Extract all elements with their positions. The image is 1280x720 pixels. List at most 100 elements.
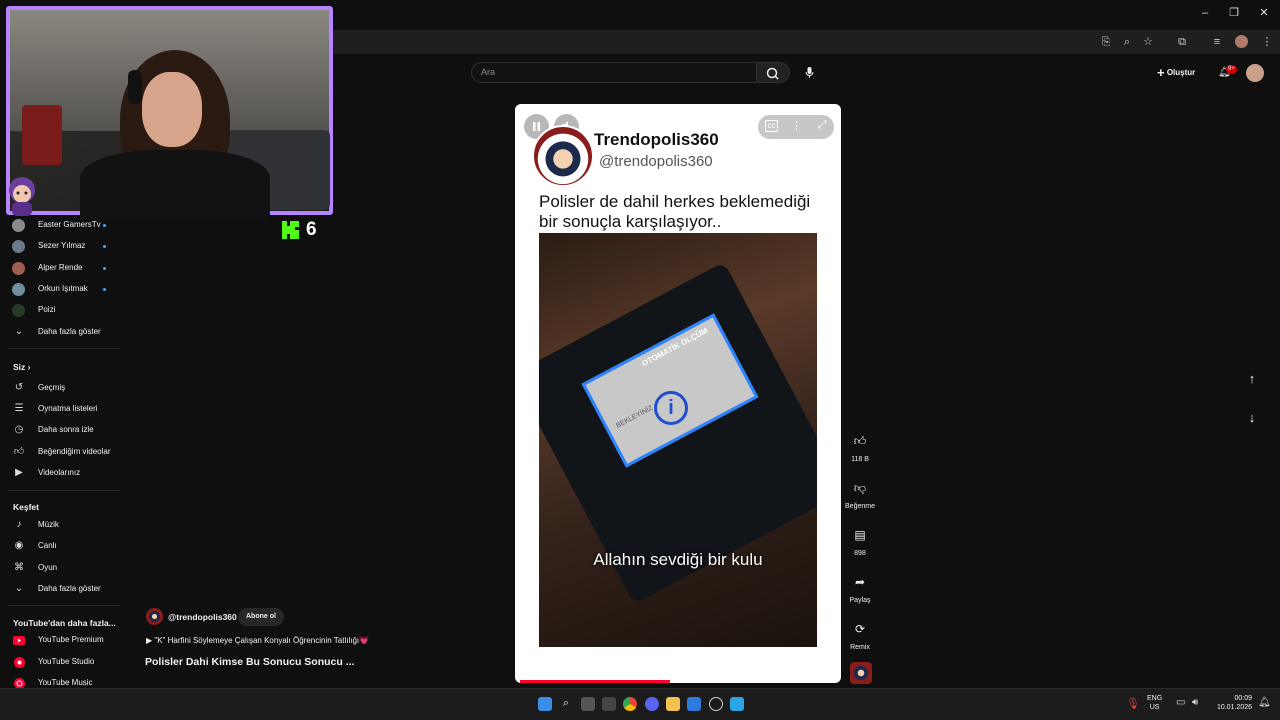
more-options-icon[interactable]: ⋮	[791, 119, 802, 133]
channel-avatar[interactable]	[146, 608, 163, 625]
fullscreen-icon[interactable]: ⤢	[815, 119, 829, 133]
minimize-icon[interactable]: –	[1198, 6, 1212, 20]
discord-icon[interactable]	[645, 697, 659, 711]
network-icon[interactable]: ▭	[1176, 697, 1185, 708]
sidebar-sub-easter-gamerstv[interactable]: Easter GamersTv	[12, 215, 106, 235]
search-input[interactable]: Ara	[471, 62, 757, 83]
widgets-icon[interactable]	[602, 697, 616, 711]
sound-link[interactable]: ▶ "K" Harfini Söylemeye Çalışan Konyalı …	[146, 636, 369, 645]
sidebar-item-label: Sezer Yılmaz	[38, 241, 86, 250]
captions-icon[interactable]: cc	[765, 120, 778, 132]
speaker-icon[interactable]: 🔊︎	[1192, 697, 1198, 708]
mic-tray-icon[interactable]: 🎙︎	[1126, 697, 1140, 710]
like-button[interactable]: 👍︎ 118 B	[840, 434, 880, 463]
kick-viewer-count: 6	[306, 219, 317, 240]
search-taskbar-icon[interactable]: ⌕	[559, 697, 573, 711]
extensions-icon[interactable]: ⧉	[1174, 35, 1190, 49]
next-short-icon[interactable]: ↓	[1244, 410, 1260, 426]
app-icon-blue[interactable]	[687, 697, 701, 711]
notifications-icon[interactable]: 🔔︎	[1258, 697, 1271, 708]
share-label: Paylaş	[849, 597, 871, 604]
remix-label: Remix	[850, 644, 870, 651]
close-icon[interactable]: ✕	[1257, 6, 1271, 20]
sidebar-heading-explore: Keşfet	[13, 502, 39, 512]
sidebar-heading-more: YouTube'dan daha fazla...	[13, 618, 116, 628]
youtube-premium-icon	[12, 633, 26, 647]
task-view-icon[interactable]	[581, 697, 595, 711]
sidebar-sub-orkun-isitmak[interactable]: Orkun Işıtmak	[12, 279, 106, 299]
channel-avatar	[12, 303, 25, 317]
language-indicator[interactable]: ENG US	[1147, 694, 1162, 712]
sidebar-show-more-subs[interactable]: ⌄ Daha fazla göster	[12, 322, 101, 342]
sidebar-item-music[interactable]: ♪ Müzik	[12, 515, 59, 535]
remix-icon: ⟳	[854, 622, 866, 636]
address-bar[interactable]	[333, 30, 1280, 54]
previous-short-icon[interactable]: ↑	[1244, 371, 1260, 387]
restore-icon[interactable]: ❐	[1227, 6, 1241, 20]
sidebar-item-label: Geçmiş	[38, 383, 66, 392]
sidebar-item-liked-videos[interactable]: 👍︎ Beğendiğim videolar	[12, 442, 111, 462]
create-button[interactable]: + Oluştur	[1157, 64, 1195, 82]
new-content-dot	[103, 266, 106, 270]
file-explorer-icon[interactable]	[666, 697, 680, 711]
history-icon: ↺	[14, 382, 24, 393]
media-icon[interactable]: ≡	[1209, 35, 1225, 49]
sidebar-item-youtube-premium[interactable]: YouTube Premium	[12, 630, 104, 650]
start-icon[interactable]	[538, 697, 552, 711]
search-button[interactable]	[757, 62, 790, 83]
share-button[interactable]: ➦ Paylaş	[840, 575, 880, 604]
channel-handle[interactable]: @trendopolis360	[168, 612, 237, 622]
mascot-character	[9, 177, 35, 216]
sidebar-item-your-videos[interactable]: ▶ Videolarınız	[12, 463, 80, 483]
remix-button[interactable]: ⟳ Remix	[840, 622, 880, 651]
profile-avatar[interactable]	[1235, 35, 1248, 48]
sidebar-item-youtube-studio[interactable]: YouTube Studio	[12, 652, 94, 672]
sidebar-heading-you[interactable]: Siz ›	[13, 362, 31, 372]
short-caption: Polisler de dahil herkes beklemediği bir…	[539, 192, 811, 231]
chrome-icon[interactable]	[623, 697, 637, 711]
like-count: 118 B	[851, 456, 869, 463]
sidebar-item-label: Orkun Işıtmak	[38, 284, 88, 293]
subscribe-button[interactable]: Abone ol	[238, 608, 284, 626]
like-icon: 👍︎	[13, 446, 25, 457]
search-icon	[766, 67, 779, 80]
zoom-icon[interactable]: ⌕	[1119, 35, 1135, 49]
clock[interactable]: 00:09 10.01.2026	[1212, 694, 1252, 712]
sidebar-item-history[interactable]: ↺ Geçmiş	[12, 378, 65, 398]
star-icon[interactable]: ☆	[1140, 35, 1156, 49]
comments-button[interactable]: ▤ 898	[840, 528, 880, 557]
video-frame: OTOMATİK ÖLÇÜM BEKLEYİNİZ i Allahın sevd…	[539, 233, 817, 647]
sidebar-sub-poizi[interactable]: Poizi	[12, 300, 55, 320]
sidebar-item-label: Müzik	[38, 520, 59, 529]
share-icon: ➦	[854, 575, 866, 589]
playlist-icon: ☰	[14, 403, 24, 414]
install-icon[interactable]: ⎘	[1098, 35, 1114, 49]
youtube-studio-icon	[12, 655, 26, 669]
sidebar-item-label: YouTube Studio	[38, 657, 95, 666]
music-icon: ♪	[16, 519, 22, 530]
comment-count: 898	[854, 550, 866, 557]
sound-thumbnail[interactable]	[850, 662, 872, 684]
sidebar-sub-alper-rende[interactable]: Alper Rende	[12, 258, 106, 278]
sidebar-sub-sezer-yilmaz[interactable]: Sezer Yılmaz	[12, 236, 106, 256]
channel-avatar	[12, 261, 25, 275]
sidebar-item-label: Daha fazla göster	[38, 327, 101, 336]
video-icon: ▶	[15, 467, 23, 478]
sidebar-item-gaming[interactable]: ⌘ Oyun	[12, 558, 57, 578]
short-title[interactable]: Polisler Dahi Kimse Bu Sonucu Sonucu ...	[145, 656, 354, 668]
app-icon-store[interactable]	[730, 697, 744, 711]
menu-icon[interactable]: ⋮	[1259, 35, 1275, 49]
sidebar-item-watch-later[interactable]: ◷ Daha sonra izle	[12, 420, 94, 440]
sidebar-item-label: Alper Rende	[38, 263, 83, 272]
new-content-dot	[103, 244, 106, 248]
sidebar-item-playlists[interactable]: ☰ Oynatma listeleri	[12, 399, 98, 419]
account-avatar[interactable]	[1246, 64, 1264, 82]
app-icon-circle[interactable]	[709, 697, 723, 711]
sidebar-show-more-explore[interactable]: ⌄ Daha fazla göster	[12, 579, 101, 599]
sidebar-item-live[interactable]: ◉ Canlı	[12, 536, 57, 556]
progress-bar[interactable]	[520, 680, 670, 683]
dislike-button[interactable]: 👎︎ Beğenme	[840, 481, 880, 510]
sidebar-item-label: Videolarınız	[38, 468, 81, 477]
voice-search-button[interactable]	[799, 62, 820, 83]
live-icon: ◉	[14, 540, 24, 551]
